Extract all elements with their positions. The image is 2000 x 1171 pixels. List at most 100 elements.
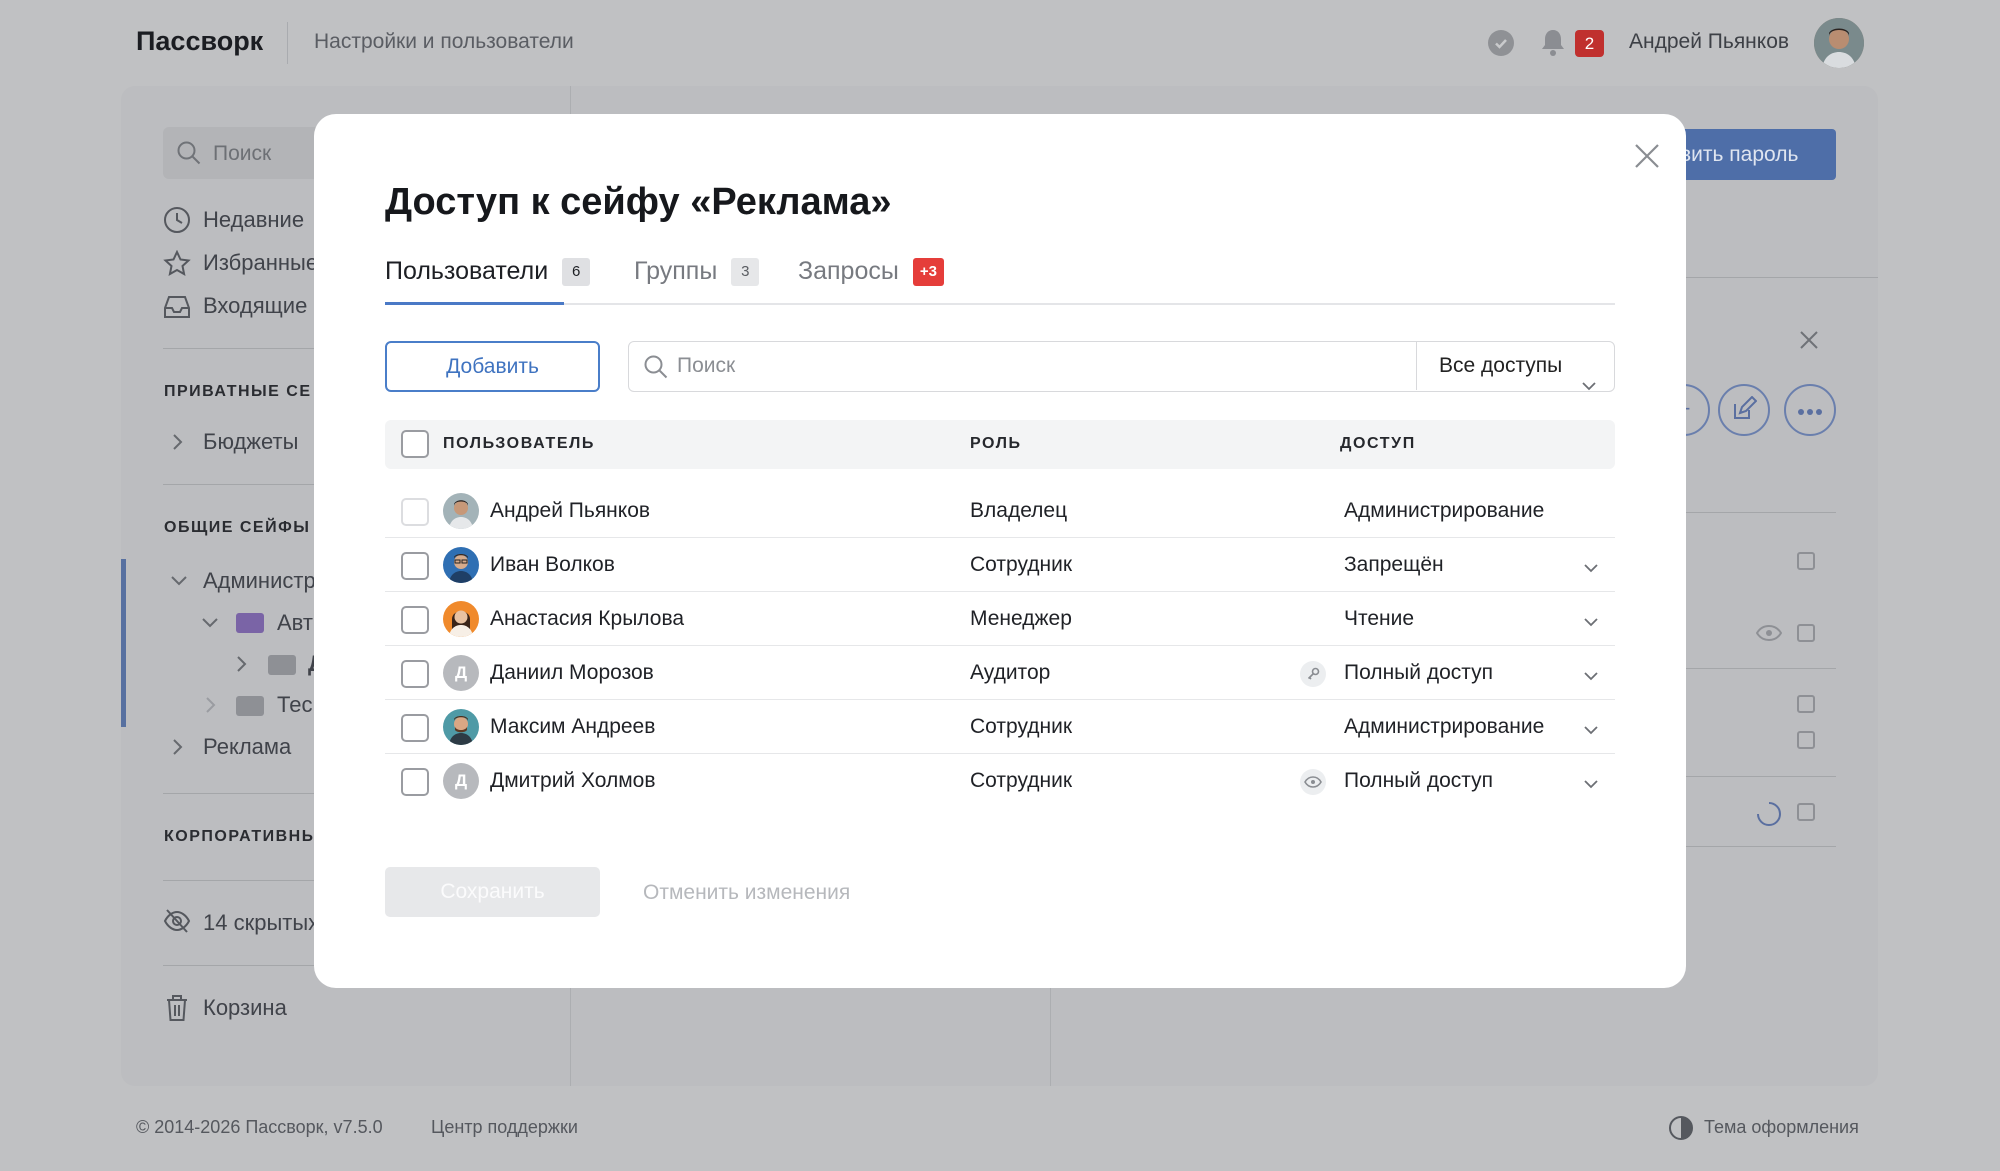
user-access[interactable]: Чтение bbox=[1344, 607, 1414, 631]
status-check-icon[interactable] bbox=[1488, 30, 1514, 56]
active-tab-indicator bbox=[385, 302, 564, 305]
sidebar-item-folder-auto[interactable]: Авт bbox=[277, 610, 313, 636]
divider bbox=[1686, 776, 1836, 777]
chevron-down-icon bbox=[1582, 361, 1596, 409]
add-password-button[interactable]: вить пароль bbox=[1660, 129, 1836, 180]
user-name: Максим Андреев bbox=[490, 715, 656, 738]
chevron-down-icon[interactable] bbox=[1584, 776, 1598, 794]
user-access[interactable]: Администрирование bbox=[1344, 715, 1544, 739]
sidebar-item-recent[interactable]: Недавние bbox=[203, 207, 304, 233]
sidebar-item-folder-test[interactable]: Тес bbox=[277, 692, 312, 718]
table-row[interactable]: Д Даниил Морозов Аудитор Полный доступ bbox=[385, 646, 1615, 700]
add-user-button[interactable]: Добавить bbox=[385, 341, 600, 392]
user-name[interactable]: Андрей Пьянков bbox=[1629, 30, 1789, 54]
row-checkbox[interactable] bbox=[401, 606, 429, 634]
sidebar-item-inbox[interactable]: Входящие bbox=[203, 293, 307, 319]
tabs-underline bbox=[385, 303, 1615, 305]
user-access[interactable]: Полный доступ bbox=[1344, 661, 1493, 685]
copy-icon[interactable] bbox=[1797, 731, 1815, 749]
user-role: Владелец bbox=[970, 499, 1068, 522]
user-role: Аудитор bbox=[970, 661, 1051, 684]
support-link[interactable]: Центр поддержки bbox=[431, 1117, 578, 1138]
tab-requests[interactable]: Запросы +3 bbox=[798, 257, 944, 286]
column-header-access[interactable]: ДОСТУП bbox=[1340, 435, 1416, 453]
row-checkbox[interactable] bbox=[401, 552, 429, 580]
cancel-changes-button[interactable]: Отменить изменения bbox=[643, 881, 850, 905]
table-row[interactable]: Максим Андреев Сотрудник Администрирован… bbox=[385, 700, 1615, 754]
edit-button[interactable] bbox=[1718, 384, 1770, 436]
row-checkbox[interactable] bbox=[401, 714, 429, 742]
select-all-checkbox[interactable] bbox=[401, 430, 429, 458]
row-checkbox[interactable] bbox=[401, 660, 429, 688]
tab-label: Группы bbox=[634, 257, 718, 285]
column-header-role[interactable]: РОЛЬ bbox=[970, 435, 1022, 453]
sidebar-item-favorites[interactable]: Избранные bbox=[203, 250, 318, 276]
key-icon bbox=[1300, 661, 1326, 687]
chevron-down-icon[interactable] bbox=[1584, 668, 1598, 686]
user-role: Сотрудник bbox=[970, 553, 1073, 576]
save-button[interactable]: Сохранить bbox=[385, 867, 600, 917]
sidebar-item-admin[interactable]: Администр bbox=[203, 568, 316, 594]
tab-count-badge: +3 bbox=[912, 257, 944, 286]
divider bbox=[1686, 668, 1836, 669]
tab-label: Запросы bbox=[798, 257, 899, 285]
user-access: Администрирование bbox=[1344, 499, 1545, 522]
user-access[interactable]: Полный доступ bbox=[1344, 769, 1493, 793]
avatar bbox=[443, 601, 479, 637]
close-icon[interactable] bbox=[1631, 140, 1663, 172]
user-access[interactable]: Запрещён bbox=[1344, 553, 1444, 577]
access-filter-select[interactable]: Все доступы bbox=[1416, 342, 1614, 391]
table-row[interactable]: Д Дмитрий Холмов Сотрудник Полный доступ bbox=[385, 754, 1615, 808]
search-icon bbox=[176, 140, 202, 171]
trash-icon bbox=[165, 994, 189, 1027]
tab-count-badge: 6 bbox=[562, 257, 591, 286]
chevron-right-icon[interactable] bbox=[172, 433, 184, 456]
copy-icon[interactable] bbox=[1797, 695, 1815, 713]
tab-groups[interactable]: Группы 3 bbox=[634, 257, 760, 286]
chevron-down-icon[interactable] bbox=[201, 616, 219, 634]
tab-users[interactable]: Пользователи 6 bbox=[385, 257, 591, 286]
chevron-right-icon[interactable] bbox=[172, 738, 184, 761]
clock-icon bbox=[163, 206, 191, 239]
breadcrumb[interactable]: Настройки и пользователи bbox=[314, 30, 574, 54]
table-row[interactable]: Анастасия Крылова Менеджер Чтение bbox=[385, 592, 1615, 646]
chevron-down-icon[interactable] bbox=[1584, 614, 1598, 632]
more-button[interactable] bbox=[1784, 384, 1836, 436]
theme-icon[interactable] bbox=[1668, 1115, 1694, 1146]
chevron-right-icon[interactable] bbox=[236, 655, 248, 678]
chevron-down-icon[interactable] bbox=[1584, 722, 1598, 740]
close-icon[interactable] bbox=[1799, 330, 1819, 355]
divider bbox=[1686, 512, 1836, 513]
theme-link[interactable]: Тема оформления bbox=[1704, 1117, 1859, 1138]
eye-icon[interactable] bbox=[1755, 624, 1783, 647]
user-role: Менеджер bbox=[970, 607, 1072, 630]
sidebar-item-budgets[interactable]: Бюджеты bbox=[203, 429, 298, 455]
sidebar-item-hidden[interactable]: 14 скрытых bbox=[203, 910, 319, 936]
folder-icon bbox=[236, 613, 264, 633]
folder-icon bbox=[268, 655, 296, 675]
bell-icon[interactable] bbox=[1540, 28, 1566, 63]
copy-icon[interactable] bbox=[1797, 552, 1815, 570]
search-field[interactable]: Все доступы bbox=[628, 341, 1615, 392]
table-row[interactable]: Андрей Пьянков Владелец Администрировани… bbox=[385, 484, 1615, 538]
row-checkbox[interactable] bbox=[401, 768, 429, 796]
table-row[interactable]: Иван Волков Сотрудник Запрещён bbox=[385, 538, 1615, 592]
sidebar-item-advertising[interactable]: Реклама bbox=[203, 734, 291, 760]
user-avatar[interactable] bbox=[1814, 18, 1864, 68]
sidebar-item-trash[interactable]: Корзина bbox=[203, 995, 287, 1021]
tab-label: Пользователи bbox=[385, 257, 549, 285]
app-logo[interactable]: Пассворк bbox=[136, 26, 263, 57]
chevron-right-icon[interactable] bbox=[205, 696, 217, 719]
star-icon bbox=[163, 249, 191, 283]
chevron-down-icon[interactable] bbox=[1584, 560, 1598, 578]
copy-icon[interactable] bbox=[1797, 624, 1815, 642]
avatar: Д bbox=[443, 655, 479, 691]
column-header-user[interactable]: ПОЛЬЗОВАТЕЛЬ bbox=[443, 435, 595, 453]
active-indicator bbox=[121, 559, 126, 727]
avatar: Д bbox=[443, 763, 479, 799]
shared-vaults-header: ОБЩИЕ СЕЙФЫ bbox=[164, 519, 311, 536]
search-input[interactable] bbox=[677, 342, 1377, 390]
topbar-divider bbox=[287, 22, 288, 64]
copy-icon[interactable] bbox=[1797, 803, 1815, 821]
chevron-down-icon[interactable] bbox=[170, 574, 188, 592]
